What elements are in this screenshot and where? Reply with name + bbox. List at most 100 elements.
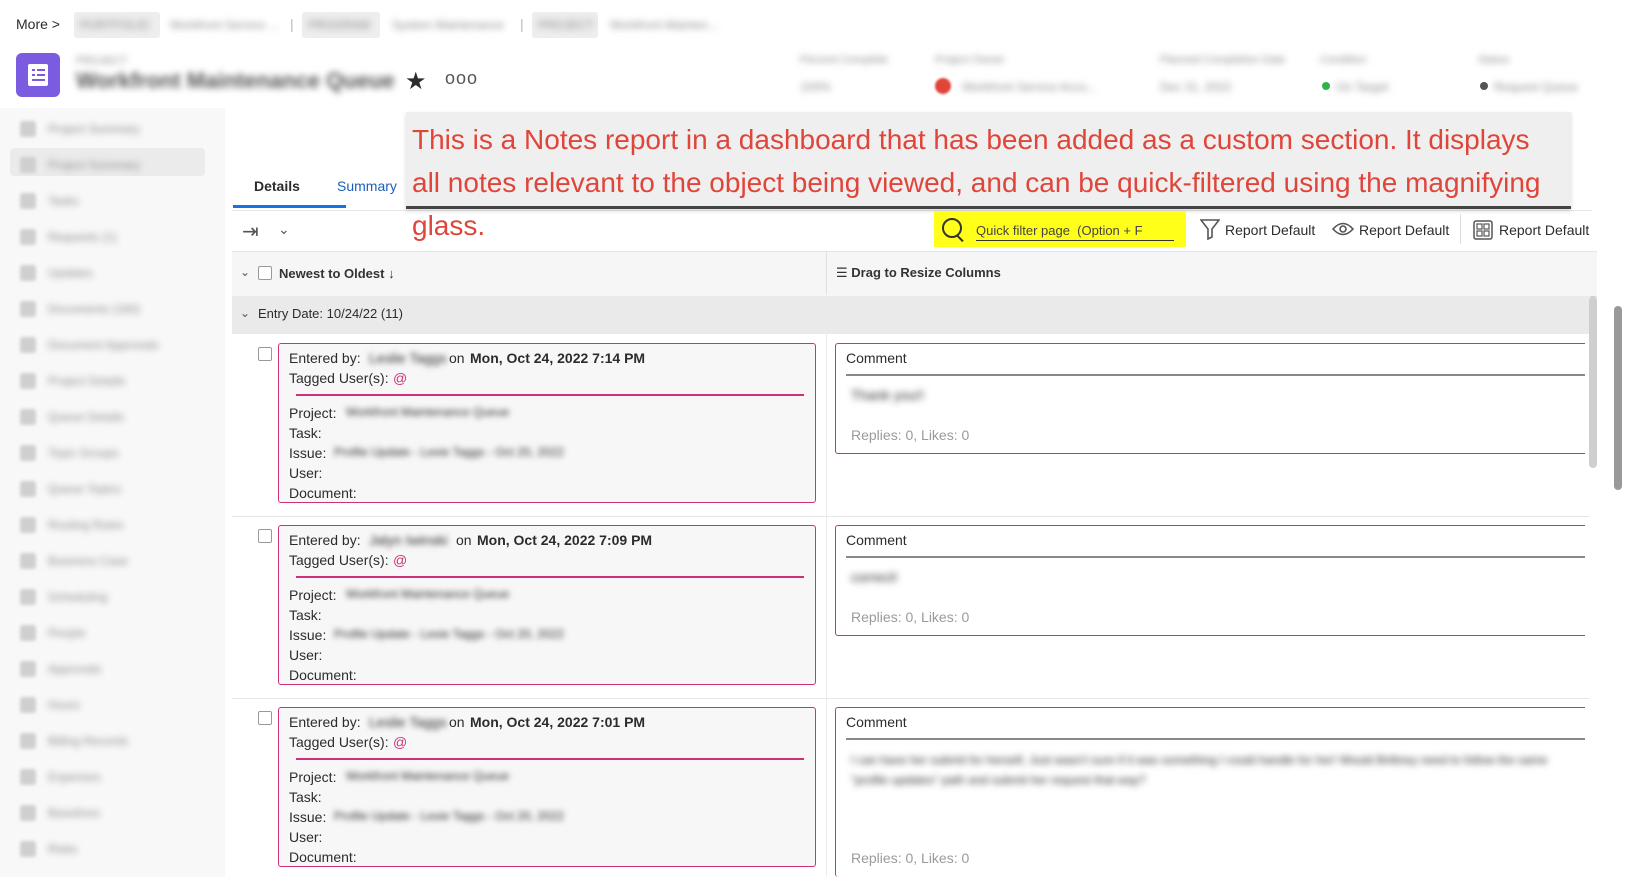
sidebar-item-document-approvals[interactable]: Document Approvals: [20, 336, 210, 354]
task-label: Task:: [289, 607, 322, 623]
page-header: More > PORTFOLIO Workfront Service ... |…: [0, 0, 1626, 109]
author-name[interactable]: Leslie Taggs: [369, 350, 447, 366]
report-scrollbar[interactable]: [1589, 296, 1597, 468]
group-chevron-down-icon[interactable]: ⌄: [240, 306, 250, 320]
entry-datetime: Mon, Oct 24, 2022 7:01 PM: [470, 714, 646, 730]
sidebar-item-billing-records[interactable]: Billing Records: [20, 732, 210, 750]
issue-label: Issue:: [289, 809, 327, 825]
sidebar-item-topic-groups[interactable]: Topic Groups: [20, 444, 210, 462]
sort-header[interactable]: Newest to Oldest ↓: [279, 266, 395, 281]
billing-icon: [20, 733, 36, 749]
project-link[interactable]: Workfront Maintenance Queue: [346, 405, 509, 419]
comment-text: correct!: [851, 569, 898, 585]
comment-header: Comment: [846, 714, 907, 730]
tag-users-at-icon[interactable]: @: [393, 734, 407, 750]
view-button[interactable]: Report Default: [1359, 222, 1449, 238]
tab-summary[interactable]: Summary: [337, 178, 397, 194]
select-all-checkbox[interactable]: [258, 266, 272, 280]
tag-users-at-icon[interactable]: @: [393, 552, 407, 568]
issue-link[interactable]: Profile Update - Lexie Taggs - Oct 20, 2…: [334, 809, 564, 823]
baselines-icon: [20, 805, 36, 821]
sidebar-item-expenses[interactable]: Expenses: [20, 768, 210, 786]
sidebar-item-documents[interactable]: Documents (160): [20, 300, 210, 318]
sidebar-item-routing-rules[interactable]: Routing Rules: [20, 516, 210, 534]
tag-users-at-icon[interactable]: @: [393, 370, 407, 386]
breadcrumb-portfolio-name[interactable]: Workfront Service ...: [170, 18, 278, 32]
sidebar-item-scheduling[interactable]: Scheduling: [20, 588, 210, 606]
meta-value-owner[interactable]: Workfront Service Acco...: [962, 80, 1097, 94]
task-label: Task:: [289, 789, 322, 805]
comment-divider: [846, 738, 1585, 740]
project-label: Project:: [289, 405, 337, 421]
export-icon[interactable]: ⇥: [242, 219, 259, 244]
breadcrumb-program-label: PROGRAM: [308, 18, 371, 32]
replies-likes[interactable]: Replies: 0, Likes: 0: [851, 427, 969, 443]
row-checkbox[interactable]: [258, 529, 272, 543]
user-label: User:: [289, 647, 323, 663]
star-icon[interactable]: ★: [405, 67, 427, 96]
entered-by-label: Entered by:: [289, 350, 361, 366]
user-label: User:: [289, 829, 323, 845]
task-label: Task:: [289, 425, 322, 441]
collapse-all-chevron-icon[interactable]: ⌄: [240, 265, 250, 279]
replies-likes[interactable]: Replies: 0, Likes: 0: [851, 609, 969, 625]
sidebar-item-project-summary[interactable]: Project Summary: [20, 156, 210, 174]
sidebar-item-approvals[interactable]: Approvals: [20, 660, 210, 678]
breadcrumb-program-name[interactable]: System Maintenance: [392, 18, 504, 32]
sidebar-item-queue-details[interactable]: Queue Details: [20, 408, 210, 426]
meta-label-status: Status: [1478, 54, 1510, 66]
sidebar-item-baselines[interactable]: Baselines: [20, 804, 210, 822]
group-header[interactable]: [232, 296, 1589, 334]
more-options-icon[interactable]: ooo: [445, 68, 478, 89]
note-details-card: [278, 343, 816, 503]
sidebar-item-tasks[interactable]: Tasks: [20, 192, 210, 210]
replies-likes[interactable]: Replies: 0, Likes: 0: [851, 850, 969, 866]
sidebar-item-queue-topics[interactable]: Queue Topics: [20, 480, 210, 498]
filter-icon[interactable]: [1200, 218, 1220, 240]
row-checkbox[interactable]: [258, 347, 272, 361]
column-divider[interactable]: [826, 251, 827, 295]
tagged-users-label: Tagged User(s):: [289, 370, 389, 386]
author-name[interactable]: Jalyn Iwinski: [369, 532, 448, 548]
business-case-icon: [20, 553, 36, 569]
author-name[interactable]: Leslie Taggs: [369, 714, 447, 730]
sidebar-item-project-details[interactable]: Project Details: [20, 372, 210, 390]
row-checkbox[interactable]: [258, 711, 272, 725]
issue-link[interactable]: Profile Update - Lexie Taggs - Oct 20, 2…: [334, 445, 564, 459]
sidebar-item-business-case[interactable]: Business Case: [20, 552, 210, 570]
topic-groups-icon: [20, 445, 36, 461]
issue-link[interactable]: Profile Update - Lexie Taggs - Oct 20, 2…: [334, 627, 564, 641]
sidebar-item-requests[interactable]: Requests (1): [20, 228, 210, 246]
project-link[interactable]: Workfront Maintenance Queue: [346, 587, 509, 601]
scheduling-icon: [20, 589, 36, 605]
sort-arrow-icon: ↓: [388, 266, 395, 281]
sidebar-item-updates[interactable]: Updates: [20, 264, 210, 282]
meta-label-percent: Percent Complete: [800, 54, 889, 66]
eye-icon[interactable]: [1332, 220, 1354, 238]
entry-datetime: Mon, Oct 24, 2022 7:09 PM: [477, 532, 653, 548]
chevron-down-icon[interactable]: ⌄: [278, 221, 290, 238]
tab-details[interactable]: Details: [254, 178, 300, 194]
sidebar-item-project-summary-header[interactable]: Project Summary: [20, 120, 210, 138]
sidebar-item-people[interactable]: People: [20, 624, 210, 642]
filter-button[interactable]: Report Default: [1225, 222, 1315, 238]
grouping-icon[interactable]: [1473, 220, 1493, 240]
note-divider: [296, 394, 804, 396]
approval-icon: [20, 661, 36, 677]
summary-icon: [20, 157, 36, 173]
project-link[interactable]: Workfront Maintenance Queue: [346, 769, 509, 783]
quick-filter-input[interactable]: [976, 220, 1174, 241]
sidebar-item-risks[interactable]: Risks: [20, 840, 210, 858]
meta-value-condition: On Target: [1336, 80, 1389, 94]
more-breadcrumb[interactable]: More >: [16, 16, 60, 32]
grouping-button[interactable]: Report Default: [1499, 222, 1589, 238]
comment-divider: [846, 556, 1585, 558]
search-icon[interactable]: [942, 218, 962, 238]
queue-topics-icon: [20, 481, 36, 497]
clock-icon: [20, 697, 36, 713]
sidebar-item-hours[interactable]: Hours: [20, 696, 210, 714]
comment-header: Comment: [846, 350, 907, 366]
page-scrollbar[interactable]: [1614, 306, 1622, 490]
resize-columns-hint: ☰ Drag to Resize Columns: [836, 265, 1001, 280]
breadcrumb-project-name[interactable]: Workfront Mainten...: [610, 18, 718, 32]
